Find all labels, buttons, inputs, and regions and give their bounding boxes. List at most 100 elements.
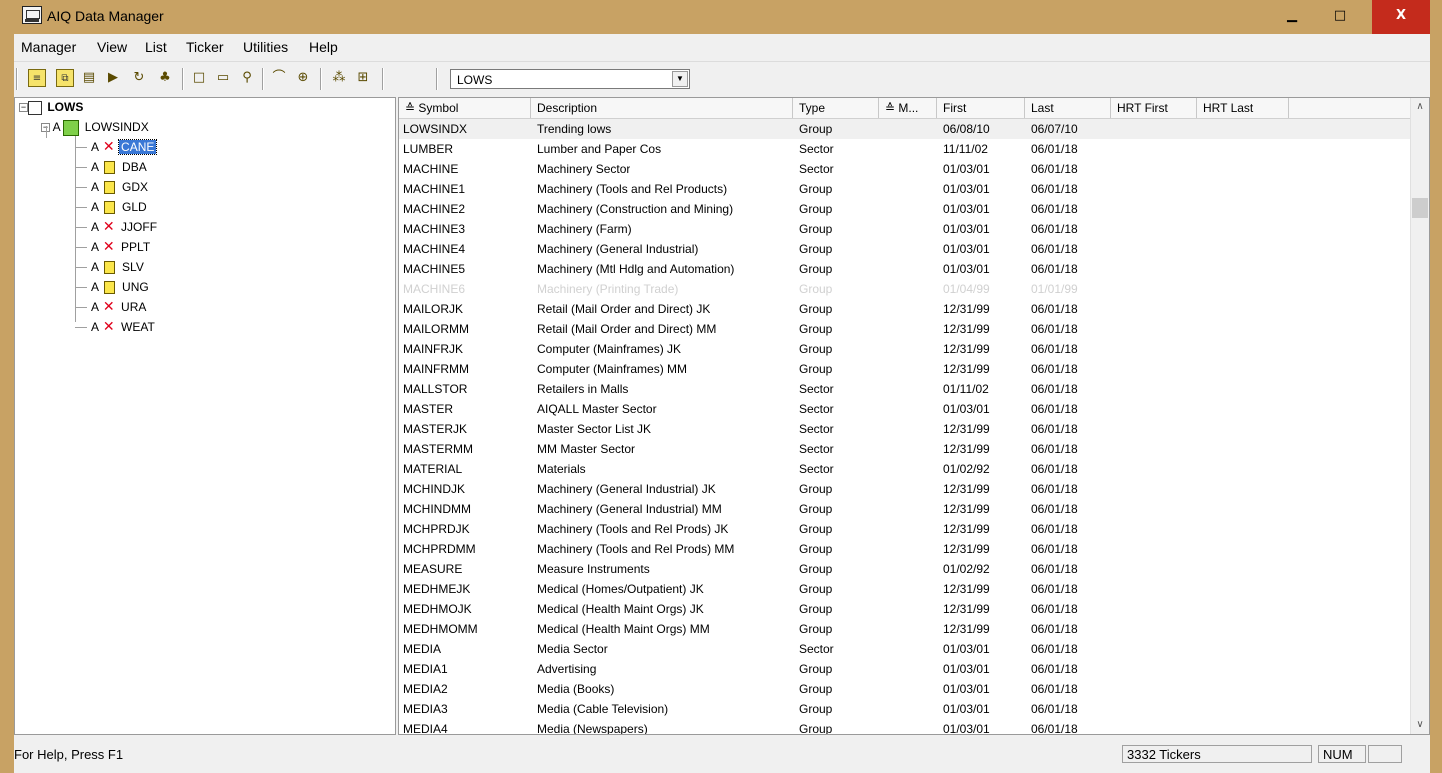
new-list-icon[interactable]: ≡: [28, 69, 46, 87]
export-icon[interactable]: ▶: [104, 69, 122, 87]
find-icon[interactable]: ⚲: [238, 69, 256, 87]
table-row[interactable]: MACHINE Machinery Sector Sector 01/03/01 06/…: [399, 159, 1411, 179]
cell-description: MM Master Sector: [537, 442, 636, 456]
cell-type: Group: [799, 342, 833, 356]
cell-first: 12/31/99: [943, 362, 990, 376]
tree-item[interactable]: A UNG: [91, 278, 151, 296]
vertical-scrollbar[interactable]: ∧ ∨: [1410, 98, 1429, 734]
table-row[interactable]: MEDHMOJK Medical (Health Maint Orgs) JK Gr…: [399, 599, 1411, 619]
app-icon[interactable]: [22, 6, 42, 24]
refresh-icon[interactable]: ↻: [130, 69, 148, 87]
list-selector[interactable]: LOWS ▼: [450, 69, 690, 89]
table-row[interactable]: MACHINE4 Machinery (General Industrial) Gr…: [399, 239, 1411, 259]
tree-view[interactable]: − LOWS − A LOWSINDX A ✕ CANE A DBA A GDX A GL…: [14, 97, 396, 735]
table-row[interactable]: LOWSINDX Trending lows Group 06/08/10 06/07/…: [399, 119, 1411, 139]
col-symbol[interactable]: ≙ Symbol: [399, 98, 531, 118]
menu-view[interactable]: View: [97, 39, 127, 55]
chart-icon[interactable]: ⌒: [270, 69, 288, 87]
tree-item[interactable]: A GLD: [91, 198, 149, 216]
properties-icon[interactable]: ⊞: [354, 69, 372, 87]
tree-connector: [75, 136, 76, 322]
table-row[interactable]: MACHINE5 Machinery (Mtl Hdlg and Automati…: [399, 259, 1411, 279]
open-folder-icon[interactable]: ▭: [214, 69, 232, 87]
table-row[interactable]: MCHPRDJK Machinery (Tools and Rel Prods) …: [399, 519, 1411, 539]
table-row[interactable]: MACHINE1 Machinery (Tools and Rel Product…: [399, 179, 1411, 199]
table-row[interactable]: MASTERJK Master Sector List JK Sector 12/31…: [399, 419, 1411, 439]
close-button[interactable]: X: [1372, 0, 1430, 34]
menu-help[interactable]: Help: [309, 39, 338, 55]
table-row[interactable]: MACHINE3 Machinery (Farm) Group 01/03/01 06/…: [399, 219, 1411, 239]
table-row[interactable]: MACHINE6 Machinery (Printing Trade) Group 0…: [399, 279, 1411, 299]
col-hrt-last[interactable]: HRT Last: [1197, 98, 1289, 118]
table-row[interactable]: MAILORJK Retail (Mail Order and Direct) J…: [399, 299, 1411, 319]
cell-first: 12/31/99: [943, 502, 990, 516]
table-row[interactable]: MAILORMM Retail (Mail Order and Direct) M…: [399, 319, 1411, 339]
table-row[interactable]: LUMBER Lumber and Paper Cos Sector 11/11/02…: [399, 139, 1411, 159]
table-row[interactable]: MCHINDJK Machinery (General Industrial) J…: [399, 479, 1411, 499]
col-type[interactable]: Type: [793, 98, 879, 118]
tree-item-label: URA: [121, 300, 147, 314]
cell-first: 12/31/99: [943, 602, 990, 616]
col-hrt-first[interactable]: HRT First: [1111, 98, 1197, 118]
table-row[interactable]: MEDIA3 Media (Cable Television) Group 01/03…: [399, 699, 1411, 719]
tree-item[interactable]: A SLV: [91, 258, 146, 276]
scan-icon[interactable]: ⁂: [330, 69, 348, 87]
zoom-chart-icon[interactable]: ⊕: [294, 69, 312, 87]
cell-description: Machinery (Mtl Hdlg and Automation): [537, 262, 735, 276]
chevron-down-icon[interactable]: ▼: [672, 71, 688, 87]
import-icon[interactable]: ▤: [80, 69, 98, 87]
cell-description: Media (Cable Television): [537, 702, 669, 716]
table-row[interactable]: MEDHMOMM Medical (Health Maint Orgs) MM Gr…: [399, 619, 1411, 639]
tree-item[interactable]: A ✕ CANE: [91, 138, 158, 156]
cell-first: 12/31/99: [943, 482, 990, 496]
app-window: AIQ Data Manager ▁ □ X Manager View List…: [0, 0, 1442, 773]
table-row[interactable]: MCHPRDMM Machinery (Tools and Rel Prods) …: [399, 539, 1411, 559]
table-row[interactable]: MEDHMEJK Medical (Homes/Outpatient) JK Gro…: [399, 579, 1411, 599]
menu-utilities[interactable]: Utilities: [243, 39, 288, 55]
tree-group-lowsindx[interactable]: − A LOWSINDX: [41, 118, 151, 136]
cell-first: 12/31/99: [943, 322, 990, 336]
table-row[interactable]: MACHINE2 Machinery (Construction and Mini…: [399, 199, 1411, 219]
copy-list-icon[interactable]: ⧉: [56, 69, 74, 87]
col-market[interactable]: ≙ M...: [879, 98, 937, 118]
cell-symbol: MEDIA2: [403, 682, 448, 696]
col-last[interactable]: Last: [1025, 98, 1111, 118]
minimize-button[interactable]: ▁: [1268, 0, 1316, 34]
table-row[interactable]: MAINFRMM Computer (Mainframes) MM Group 12/…: [399, 359, 1411, 379]
tree-item[interactable]: A DBA: [91, 158, 149, 176]
scroll-up-icon[interactable]: ∧: [1411, 98, 1429, 116]
table-row[interactable]: MEDIA Media Sector Sector 01/03/01 06/01/18: [399, 639, 1411, 659]
toolbar-separator: [16, 68, 18, 90]
col-first[interactable]: First: [937, 98, 1025, 118]
table-row[interactable]: MASTER AIQALL Master Sector Sector 01/03/01…: [399, 399, 1411, 419]
title-bar[interactable]: AIQ Data Manager ▁ □ X: [0, 0, 1442, 34]
menu-manager[interactable]: Manager: [21, 39, 76, 55]
people-icon[interactable]: ♣: [156, 69, 174, 87]
tree-item[interactable]: A ✕ URA: [91, 298, 148, 316]
scroll-thumb[interactable]: [1412, 198, 1428, 218]
table-row[interactable]: MEASURE Measure Instruments Group 01/02/92 0…: [399, 559, 1411, 579]
maximize-button[interactable]: □: [1316, 0, 1364, 34]
table-row[interactable]: MEDIA4 Media (Newspapers) Group 01/03/01 06/…: [399, 719, 1411, 734]
table-row[interactable]: MATERIAL Materials Sector 01/02/92 06/01/18: [399, 459, 1411, 479]
tree-item[interactable]: A ✕ JJOFF: [91, 218, 159, 236]
tree-root-lows[interactable]: − LOWS: [19, 98, 85, 116]
table-row[interactable]: MAINFRJK Computer (Mainframes) JK Group 12/…: [399, 339, 1411, 359]
tree-item[interactable]: A ✕ WEAT: [91, 318, 157, 336]
scroll-down-icon[interactable]: ∨: [1411, 716, 1429, 734]
menu-ticker[interactable]: Ticker: [186, 39, 224, 55]
tree-item[interactable]: A ✕ PPLT: [91, 238, 152, 256]
ticker-list[interactable]: ≙ Symbol Description Type ≙ M... First L…: [398, 97, 1430, 735]
collapse-icon[interactable]: −: [19, 103, 28, 113]
tree-item[interactable]: A GDX: [91, 178, 150, 196]
new-file-icon[interactable]: □: [190, 69, 208, 87]
table-row[interactable]: MEDIA2 Media (Books) Group 01/03/01 06/01/18: [399, 679, 1411, 699]
menu-list[interactable]: List: [145, 39, 167, 55]
tree-connector: [75, 167, 87, 168]
cell-symbol: MAINFRJK: [403, 342, 463, 356]
table-row[interactable]: MASTERMM MM Master Sector Sector 12/31/99 06…: [399, 439, 1411, 459]
col-description[interactable]: Description: [531, 98, 793, 118]
table-row[interactable]: MEDIA1 Advertising Group 01/03/01 06/01/18: [399, 659, 1411, 679]
table-row[interactable]: MALLSTOR Retailers in Malls Sector 01/11/02…: [399, 379, 1411, 399]
table-row[interactable]: MCHINDMM Machinery (General Industrial) M…: [399, 499, 1411, 519]
